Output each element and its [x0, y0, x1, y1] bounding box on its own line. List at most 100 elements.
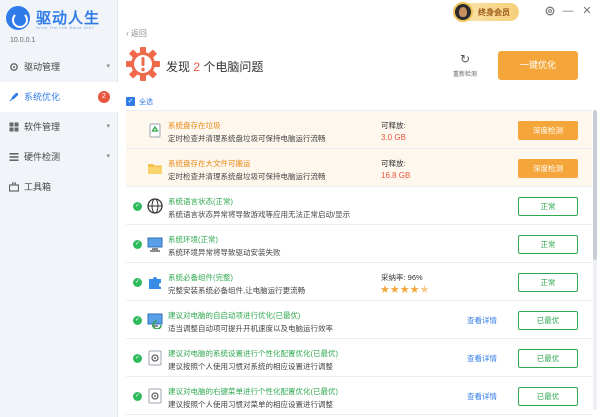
gear-icon — [10, 63, 18, 71]
sidebar-item-label: 软件管理 — [24, 122, 61, 132]
toolbox-icon — [9, 182, 19, 192]
notification-badge: 2 — [98, 91, 110, 103]
back-label: 返回 — [130, 29, 147, 38]
star-icon: ★ — [409, 284, 420, 296]
item-description: 定时检查并清理系统盘垃圾可保持电脑运行流畅 — [168, 134, 326, 143]
startup-icon — [147, 313, 163, 329]
view-details-link[interactable]: 查看详情 — [467, 353, 497, 364]
list-icon — [9, 153, 19, 161]
metric-label: 可释放: — [381, 121, 406, 130]
list-item: 系统盘存在垃圾 定时检查并清理系统盘垃圾可保持电脑运行流畅 可释放: 3.0 G… — [126, 111, 592, 149]
item-description: 定时检查并清理系统盘垃圾可保持电脑运行流畅 — [168, 172, 326, 181]
scrollbar-thumb[interactable] — [593, 110, 597, 260]
gear-icon — [545, 6, 555, 16]
item-title: 建议对电脑的右键菜单进行个性化配置优化(已最优) — [168, 387, 338, 396]
minimize-button[interactable]: — — [561, 4, 575, 18]
metric-label: 可释放: — [381, 159, 406, 168]
avatar[interactable] — [453, 2, 473, 22]
sidebar-item-label: 驱动管理 — [24, 62, 61, 72]
sidebar-nav: 驱动管理 ▾ 系统优化 2 软件管理 ▾ 硬件检测 ▾ 工具箱 — [0, 52, 118, 202]
vip-membership-badge[interactable]: 终身会员 — [453, 2, 519, 22]
chevron-down-icon: ▾ — [106, 63, 110, 70]
one-click-optimize-button[interactable]: 一键优化 — [498, 51, 578, 80]
select-all-label: 全选 — [139, 99, 153, 106]
scrollbar[interactable] — [593, 110, 597, 410]
check-circle-icon: ✓ — [133, 240, 142, 249]
sidebar-item-system-optimization[interactable]: 系统优化 2 — [0, 82, 118, 112]
sidebar-item-label: 硬件检测 — [24, 152, 61, 162]
sidebar-item-label: 系统优化 — [24, 92, 61, 102]
list-item: ✓ 建议对电脑的系统设置进行个性化配置优化(已最优) 建议按照个人使用习惯对系统… — [126, 339, 592, 377]
item-title: 系统环境(正常) — [168, 235, 218, 244]
globe-icon — [147, 198, 163, 214]
sidebar: 驱动人生 Drive The Life Since 2007 10.0.0.1 … — [0, 0, 118, 417]
close-button[interactable]: ✕ — [580, 4, 594, 18]
list-item: ✓ 系统必备组件(完整) 完整安装系统必备组件,让电脑运行更流畅 采纳率: 96… — [126, 263, 592, 301]
recycle-icon — [149, 123, 161, 138]
app-version: 10.0.0.1 — [10, 37, 36, 44]
folder-icon — [148, 164, 162, 174]
item-description: 系统环境异常将导致驱动安装失败 — [168, 248, 281, 257]
logo-icon — [6, 6, 30, 30]
warning-gear-icon — [126, 47, 160, 81]
app-subtitle: Drive The Life Since 2007 — [36, 25, 95, 30]
item-title: 建议对电脑的自启动项进行优化(已最优) — [168, 311, 301, 320]
item-title: 建议对电脑的系统设置进行个性化配置优化(已最优) — [168, 349, 338, 358]
half-star-icon: ★ — [419, 284, 430, 296]
chevron-down-icon: ▾ — [106, 153, 110, 160]
item-description: 适当调整自动项可提升开机速度以及电脑运行效率 — [168, 324, 333, 333]
check-circle-icon: ✓ — [133, 278, 142, 287]
sidebar-item-toolbox[interactable]: 工具箱 — [0, 172, 118, 202]
item-description: 系统语言状态异常将导致游戏等应用无法正常启动/显示 — [168, 210, 351, 219]
rescan-label: 重新检测 — [452, 72, 477, 78]
optimized-button[interactable]: 已最优 — [518, 387, 578, 406]
check-circle-icon: ✓ — [133, 202, 142, 211]
item-description: 建议按照个人使用习惯对系统的相应设置进行调整 — [168, 362, 333, 371]
checkmark-icon: ✓ — [126, 97, 135, 106]
issue-list: 系统盘存在垃圾 定时检查并清理系统盘垃圾可保持电脑运行流畅 可释放: 3.0 G… — [126, 110, 592, 415]
sidebar-item-label: 工具箱 — [24, 182, 52, 192]
back-link[interactable]: ‹ 返回 — [126, 28, 147, 39]
alert-suffix: 个电脑问题 — [203, 60, 264, 74]
view-details-link[interactable]: 查看详情 — [467, 391, 497, 402]
status-button[interactable]: 正常 — [518, 235, 578, 254]
vip-label: 终身会员 — [478, 8, 510, 17]
check-circle-icon: ✓ — [133, 354, 142, 363]
item-title: 系统盘存在垃圾 — [168, 121, 221, 130]
page-title: 发现 2 个电脑问题 — [166, 58, 263, 75]
deep-scan-button[interactable]: 深度检测 — [518, 121, 578, 140]
list-item: ✓ 建议对电脑的自启动项进行优化(已最优) 适当调整自动项可提升开机速度以及电脑… — [126, 301, 592, 339]
adoption-rate-label: 采纳率: 96% — [381, 273, 423, 282]
view-details-link[interactable]: 查看详情 — [467, 315, 497, 326]
star-icon: ★ — [399, 284, 410, 296]
star-icon: ★ — [389, 284, 400, 296]
settings-file-icon — [148, 350, 162, 366]
item-title: 系统必备组件(完整) — [168, 273, 233, 282]
optimized-button[interactable]: 已最优 — [518, 349, 578, 368]
sidebar-item-software-management[interactable]: 软件管理 ▾ — [0, 112, 118, 142]
settings-button[interactable] — [543, 4, 557, 18]
metric-value: 3.0 GB — [381, 133, 406, 142]
monitor-icon — [147, 237, 163, 252]
rocket-icon — [9, 93, 18, 102]
settings-file-icon — [148, 388, 162, 404]
optimized-button[interactable]: 已最优 — [518, 311, 578, 330]
item-title: 系统语言状态(正常) — [168, 197, 233, 206]
item-description: 完整安装系统必备组件,让电脑运行更流畅 — [168, 286, 306, 295]
chevron-down-icon: ▾ — [106, 123, 110, 130]
issue-count: 2 — [193, 60, 201, 74]
rescan-button[interactable]: ↻ 重新检测 — [447, 52, 483, 78]
alert-prefix: 发现 — [166, 60, 191, 74]
sidebar-item-driver-management[interactable]: 驱动管理 ▾ — [0, 52, 118, 82]
refresh-icon: ↻ — [459, 52, 471, 66]
metric-value: 16.8 GB — [381, 171, 411, 180]
list-item: ✓ 系统语言状态(正常) 系统语言状态异常将导致游戏等应用无法正常启动/显示 正… — [126, 187, 592, 225]
list-item: ✓ 建议对电脑的右键菜单进行个性化配置优化(已最优) 建议按照个人使用习惯对菜单… — [126, 377, 592, 415]
sidebar-item-hardware-detection[interactable]: 硬件检测 ▾ — [0, 142, 118, 172]
status-button[interactable]: 正常 — [518, 197, 578, 216]
deep-scan-button[interactable]: 深度检测 — [518, 159, 578, 178]
status-button[interactable]: 正常 — [518, 273, 578, 292]
star-rating: ★★★★★ — [380, 283, 429, 296]
item-title: 系统盘存在大文件可搬运 — [168, 159, 251, 168]
check-circle-icon: ✓ — [133, 316, 142, 325]
